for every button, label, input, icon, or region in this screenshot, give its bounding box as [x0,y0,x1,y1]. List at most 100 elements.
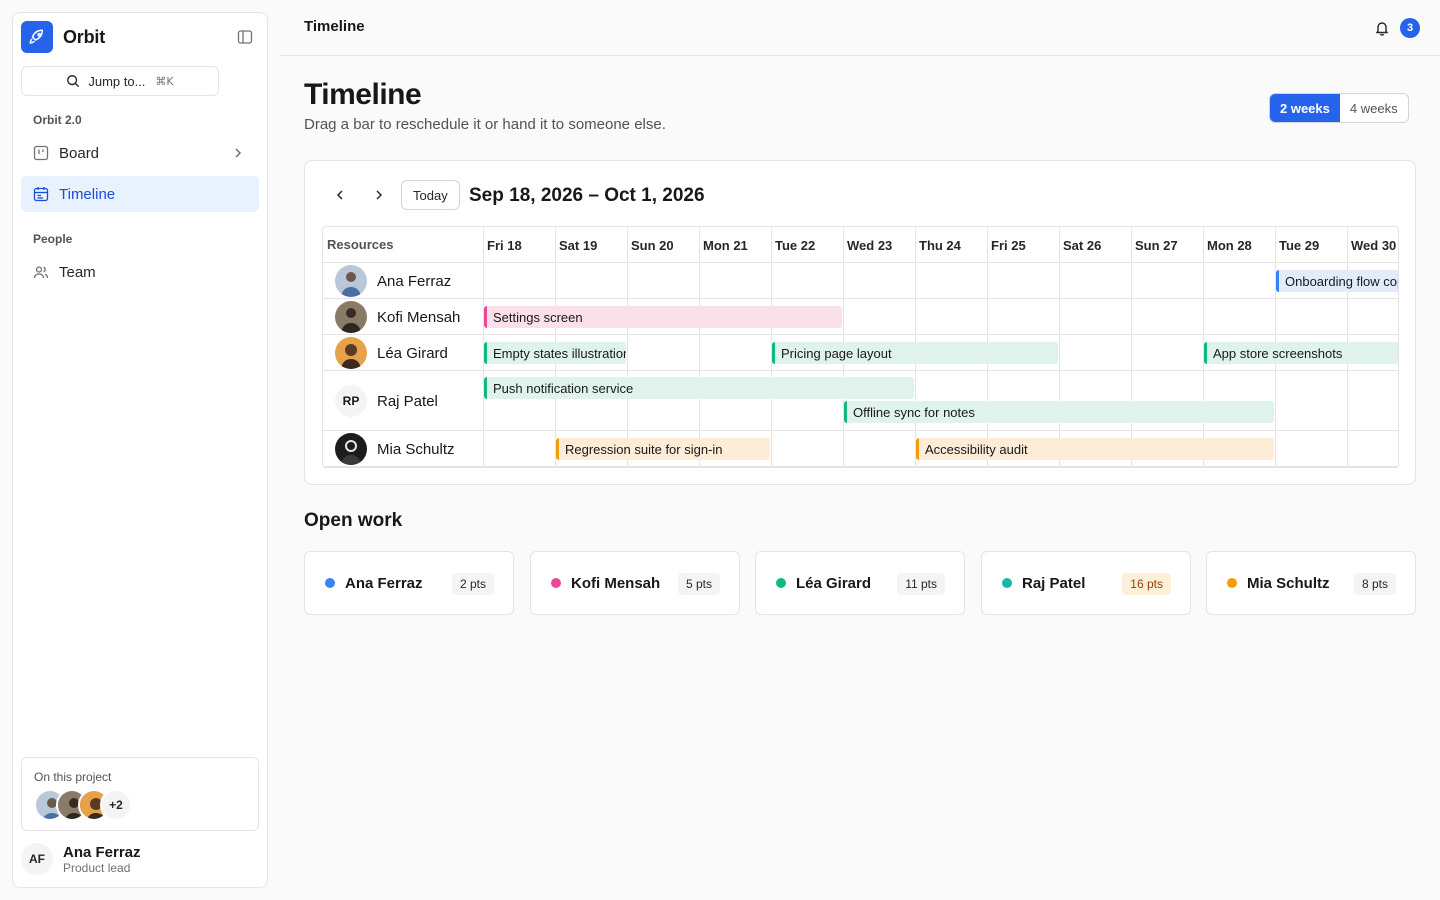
resource-row-label[interactable]: Léa Girard [335,335,448,371]
notification-badge[interactable]: 3 [1400,18,1420,38]
sidebar-item-label: Timeline [59,185,116,203]
sidebar-item-label: Team [59,263,96,281]
task-bar[interactable]: Settings screen [484,306,842,328]
row-divider [323,334,1398,335]
app-name: Orbit [63,26,105,47]
resource-name: Raj Patel [377,392,438,410]
avatar [335,433,367,465]
open-work-card[interactable]: Raj Patel 16 pts [981,551,1191,615]
open-work-title: Open work [304,510,403,531]
rocket-icon [21,21,53,53]
timeline-header: Resources Fri 18 Sat 19 Sun 20 Mon 21 Tue 22… [323,227,1398,263]
timeline-grid: Resources Fri 18 Sat 19 Sun 20 Mon 21 Tue 22… [322,226,1399,468]
sidebar-item-label: Board [59,144,100,162]
resource-row-label[interactable]: Kofi Mensah [335,299,460,335]
page-title: Timeline [304,78,422,111]
board-icon [33,145,49,161]
project-members-card: On this project +2 [21,757,259,831]
sidebar-item-team[interactable]: Team [21,254,259,290]
avatar-stack[interactable]: +2 [34,789,132,821]
search-shortcut: ⌘K [155,74,174,88]
project-members-label: On this project [34,770,112,784]
range-toggle: 2 weeks 4 weeks [1269,93,1409,123]
day-header: Wed 23 [847,237,893,253]
day-header: Fri 18 [487,237,522,253]
avatar: AF [21,843,53,875]
day-header: Fri 25 [991,237,1026,253]
row-divider [323,298,1398,299]
open-work-card[interactable]: Mia Schultz 8 pts [1206,551,1416,615]
day-divider [1059,227,1060,467]
topbar: Timeline 3 [280,0,1440,56]
date-range-label: Sep 18, 2026 – Oct 1, 2026 [469,185,705,206]
day-header: Wed 30 [1351,237,1397,253]
day-divider [699,227,700,467]
chevron-left-icon[interactable] [332,187,348,203]
range-2-weeks-button[interactable]: 2 weeks [1270,94,1340,122]
chevron-right-icon[interactable] [371,187,387,203]
points-badge: 11 pts [897,573,945,595]
today-button[interactable]: Today [401,180,460,210]
points-badge: 8 pts [1353,573,1396,595]
sidebar-item-timeline[interactable]: Timeline [21,176,259,212]
resource-row-label[interactable]: Mia Schultz [335,431,455,467]
resource-row-label[interactable]: RP Raj Patel [335,371,438,431]
avatar: RP [335,385,367,417]
group-label-project: Orbit 2.0 [33,113,82,127]
sidebar: Orbit Jump to... ⌘K Orbit 2.0 Board Time… [12,12,268,888]
open-work-card[interactable]: Léa Girard 11 pts [755,551,965,615]
task-bar[interactable]: Empty states illustrations [484,342,626,364]
day-header: Tue 22 [775,237,816,253]
status-dot [1002,578,1012,588]
resources-header: Resources [327,237,394,252]
day-divider [627,227,628,467]
range-4-weeks-button[interactable]: 4 weeks [1340,94,1408,122]
task-bar[interactable]: Pricing page layout [772,342,1058,364]
user-name: Ana Ferraz [63,843,141,861]
task-bar[interactable]: Offline sync for notes [844,401,1274,423]
brand[interactable]: Orbit [21,21,259,53]
row-divider [323,466,1398,467]
resource-row-label[interactable]: Ana Ferraz [335,263,451,299]
task-bar[interactable]: Accessibility audit [916,438,1274,460]
more-members-count: +2 [100,789,132,821]
task-bar[interactable]: Onboarding flow copy [1276,270,1398,292]
jump-to-search[interactable]: Jump to... ⌘K [21,66,219,96]
open-work-card[interactable]: Kofi Mensah 5 pts [530,551,740,615]
sidebar-item-board[interactable]: Board [21,135,259,171]
status-dot [551,578,561,588]
person-name: Léa Girard [796,574,872,592]
day-header: Thu 24 [919,237,961,253]
current-user[interactable]: AF Ana Ferraz Product lead [21,843,141,875]
day-header: Tue 29 [1279,237,1320,253]
calendar-icon [33,186,49,202]
person-name: Raj Patel [1022,574,1086,592]
points-badge: 5 pts [677,573,720,595]
user-role: Product lead [63,860,131,875]
task-bar[interactable]: Regression suite for sign-in [556,438,770,460]
sidebar-collapse-icon[interactable] [237,29,253,45]
group-label-people: People [33,232,73,246]
status-dot [325,578,335,588]
page-subtitle: Drag a bar to reschedule it or hand it t… [304,116,666,133]
task-bar[interactable]: App store screenshots [1204,342,1398,364]
task-bar[interactable]: Push notification service [484,377,914,399]
day-header: Mon 21 [703,237,748,253]
resource-name: Léa Girard [377,344,448,362]
row-divider [323,370,1398,371]
open-work-card[interactable]: Ana Ferraz 2 pts [304,551,514,615]
day-header: Sat 19 [559,237,598,253]
day-divider [1131,227,1132,467]
day-header: Mon 28 [1207,237,1252,253]
day-header: Sat 26 [1063,237,1102,253]
avatar [335,337,367,369]
person-name: Kofi Mensah [571,574,661,592]
day-header: Sun 27 [1135,237,1178,253]
status-dot [776,578,786,588]
person-name: Mia Schultz [1247,574,1330,592]
timeline-card: Today Sep 18, 2026 – Oct 1, 2026 Resourc… [304,160,1416,485]
resource-name: Mia Schultz [377,440,455,458]
day-header: Sun 20 [631,237,674,253]
bell-icon[interactable] [1374,20,1390,41]
person-name: Ana Ferraz [345,574,423,592]
